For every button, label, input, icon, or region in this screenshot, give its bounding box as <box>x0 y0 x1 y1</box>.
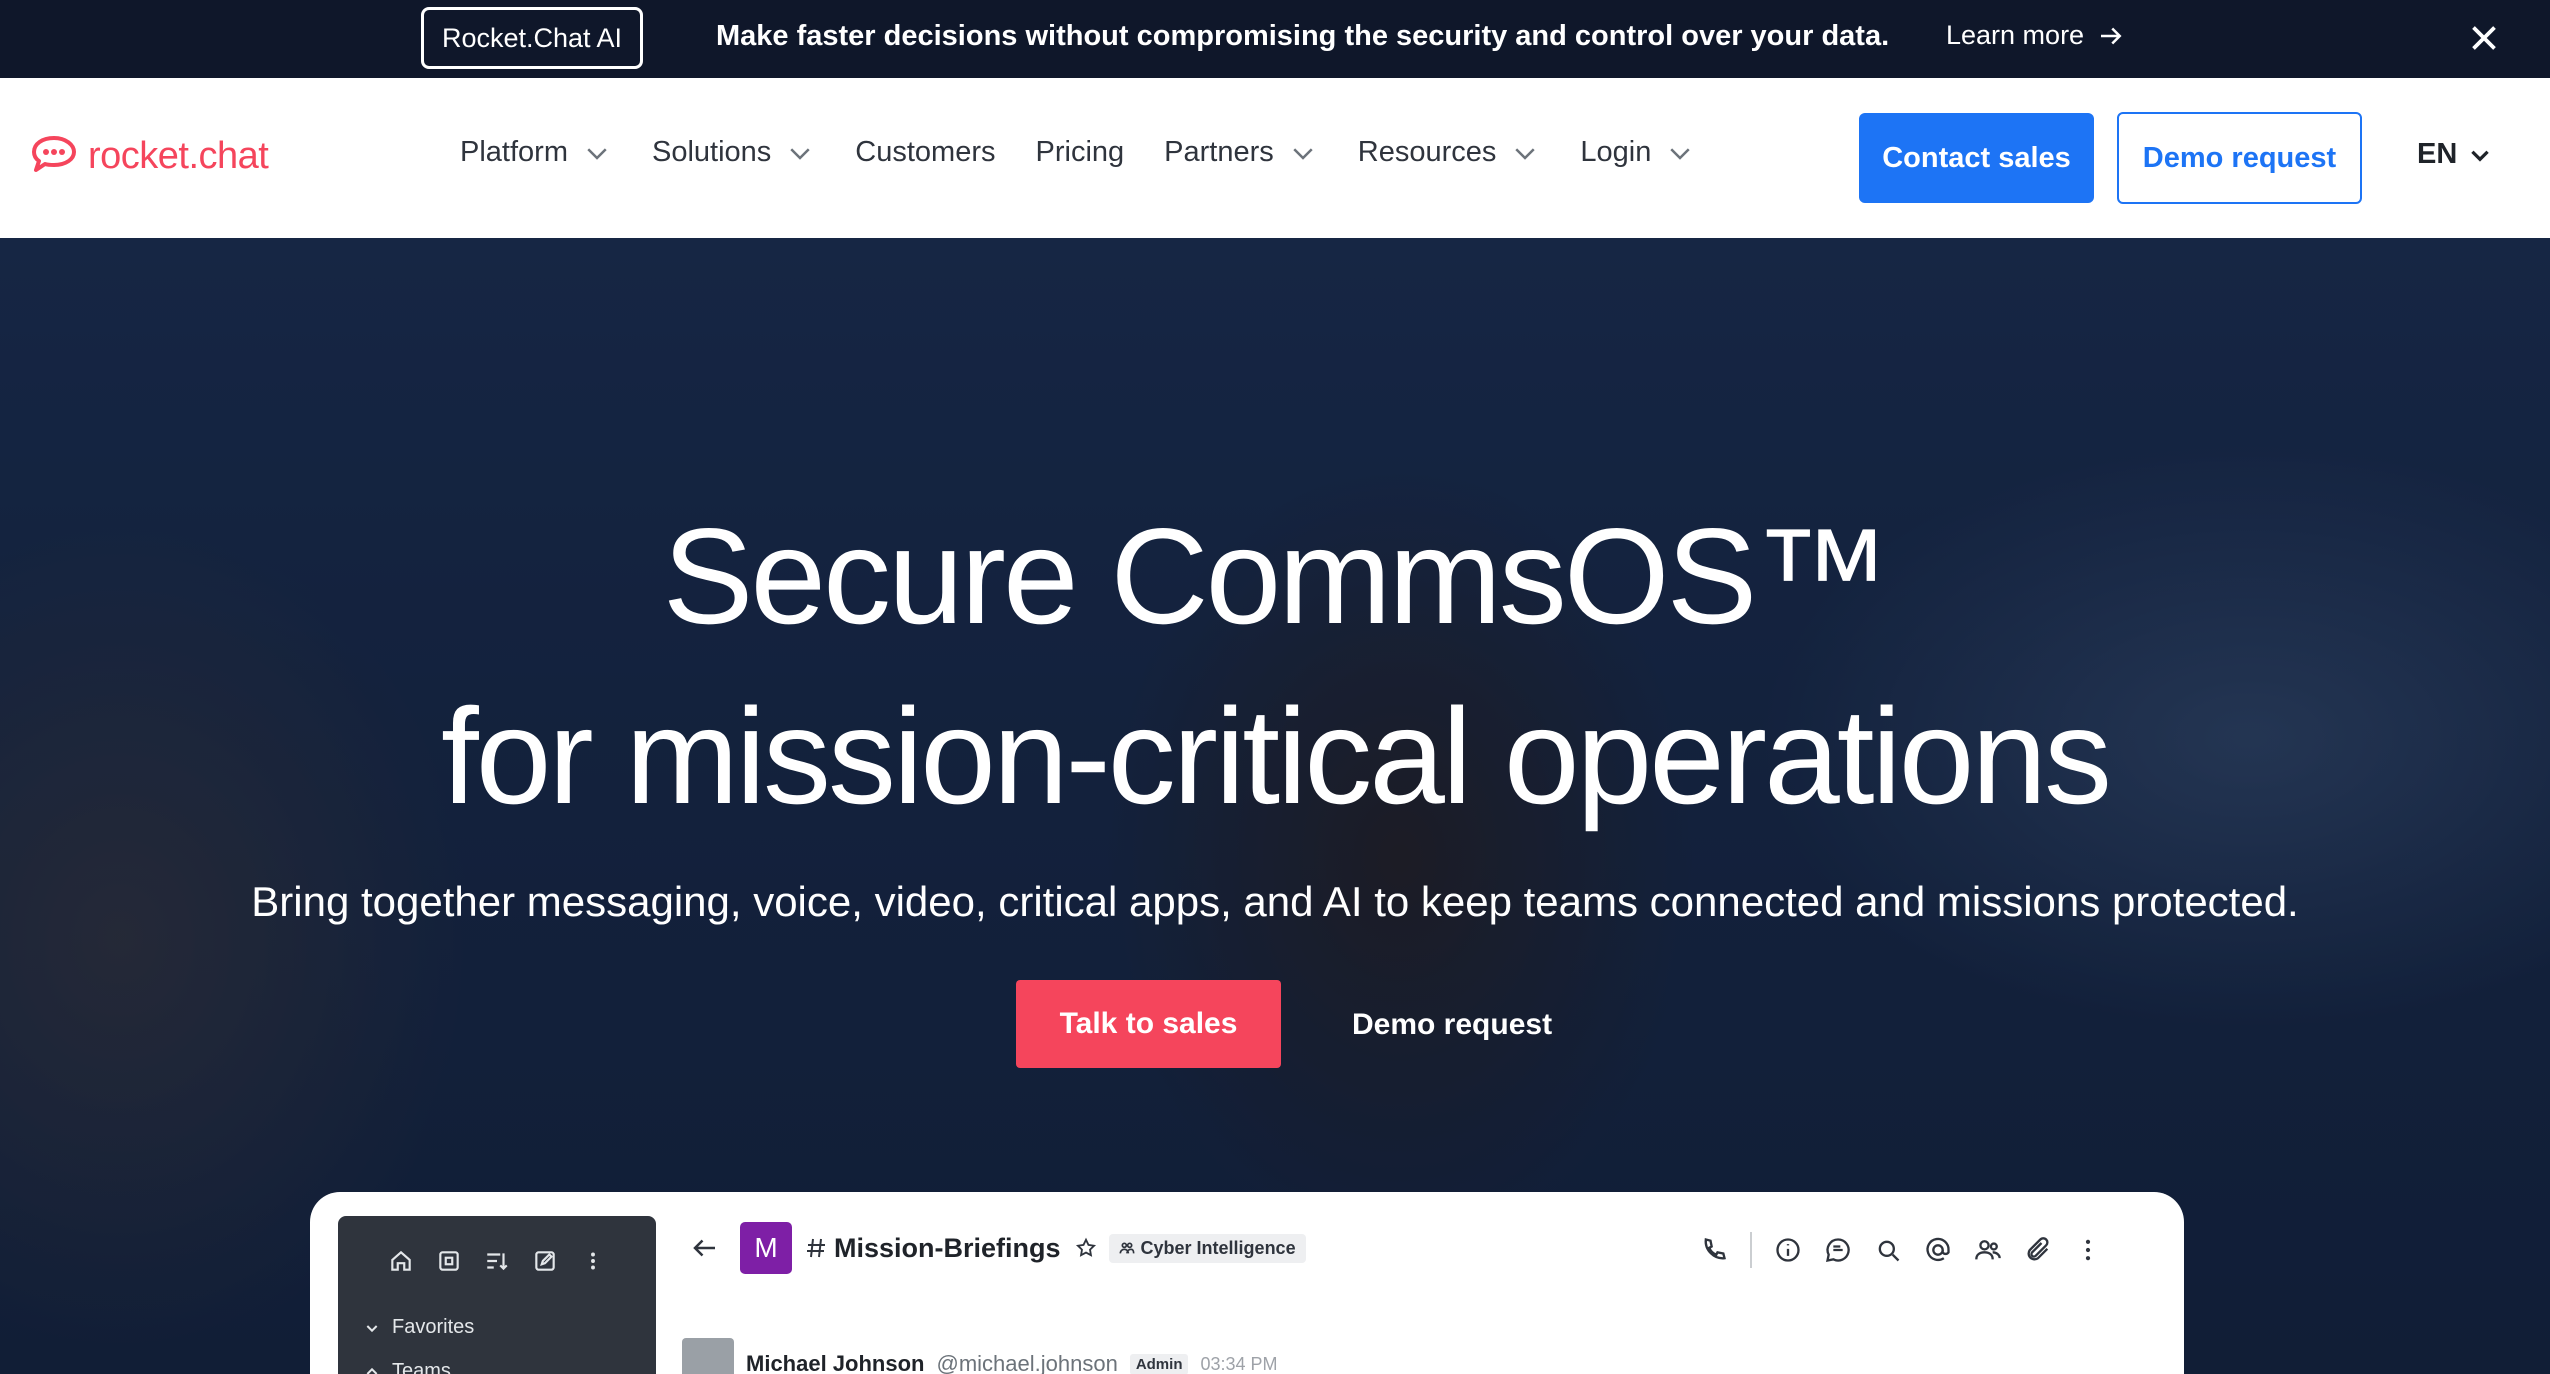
nav-label: Partners <box>1164 136 1274 168</box>
channel-name: Mission-Briefings <box>834 1232 1061 1263</box>
mention-icon[interactable] <box>1924 1236 1952 1264</box>
hero-demo-request-link[interactable]: Demo request <box>1352 1008 1552 1042</box>
chevron-down-icon <box>366 1324 378 1332</box>
hero-title-line1: Secure CommsOS™ <box>662 500 1891 652</box>
edit-icon[interactable] <box>532 1248 558 1274</box>
nav-label: Pricing <box>1035 136 1125 168</box>
back-arrow-icon[interactable] <box>690 1233 720 1263</box>
logo[interactable]: rocket.chat <box>30 134 269 178</box>
team-icon <box>1119 1242 1135 1254</box>
hashtag-icon <box>807 1238 825 1258</box>
rocket-chat-logo-icon <box>32 136 76 172</box>
chevron-down-icon <box>790 147 810 160</box>
info-icon[interactable] <box>1774 1236 1802 1264</box>
team-tag-label: Cyber Intelligence <box>1140 1237 1296 1258</box>
hero-subtitle: Bring together messaging, voice, video, … <box>251 878 2299 925</box>
avatar[interactable] <box>682 1338 734 1374</box>
message-author[interactable]: Michael Johnson <box>746 1351 924 1374</box>
members-icon[interactable] <box>1974 1236 2002 1264</box>
channel-title[interactable]: Mission-Briefings <box>804 1233 1061 1264</box>
nav-label: Solutions <box>651 136 772 168</box>
chevron-down-icon <box>1670 147 1690 160</box>
nav-item-platform[interactable]: Platform <box>460 136 612 169</box>
announcement-bar: Rocket.Chat AI Make faster decisions wit… <box>0 0 2550 78</box>
search-icon[interactable] <box>1874 1236 1902 1264</box>
home-icon[interactable] <box>388 1248 414 1274</box>
channel-actions <box>1700 1232 2102 1268</box>
sidebar-teams[interactable]: Teams <box>364 1360 451 1374</box>
discussion-icon[interactable] <box>1824 1236 1852 1264</box>
language-selector[interactable]: EN <box>2417 138 2493 171</box>
chevron-down-icon <box>1293 147 1313 160</box>
channel-avatar: M <box>740 1222 792 1274</box>
app-preview: Favorites Teams M Mission-Briefings Cybe… <box>310 1192 2184 1374</box>
main-nav: rocket.chat Platform Solutions Customers… <box>0 78 2550 238</box>
team-tag[interactable]: Cyber Intelligence <box>1108 1233 1306 1263</box>
announcement-text: Make faster decisions without compromisi… <box>716 20 1890 52</box>
ai-badge[interactable]: Rocket.Chat AI <box>421 7 643 69</box>
nav-label: Login <box>1580 136 1652 168</box>
chevron-down-icon <box>1515 147 1536 160</box>
attachment-icon[interactable] <box>2024 1236 2052 1264</box>
chevron-up-icon <box>366 1367 378 1374</box>
preview-sidebar: Favorites Teams <box>338 1216 656 1374</box>
nav-label: Platform <box>460 136 568 168</box>
learn-more-label: Learn more <box>1946 20 2085 50</box>
learn-more-link[interactable]: Learn more <box>1946 20 2126 51</box>
channel-header: M Mission-Briefings Cyber Intelligence <box>690 1222 1306 1274</box>
kebab-menu-icon[interactable] <box>2074 1236 2102 1264</box>
teams-label: Teams <box>392 1360 451 1374</box>
star-icon[interactable] <box>1075 1237 1097 1259</box>
actions-divider <box>1750 1232 1752 1268</box>
language-label: EN <box>2417 138 2458 170</box>
chevron-down-icon <box>587 147 607 160</box>
nav-item-solutions[interactable]: Solutions <box>652 136 815 169</box>
message-row: Michael Johnson @michael.johnson Admin 0… <box>682 1338 1278 1374</box>
nav-item-customers[interactable]: Customers <box>855 136 995 169</box>
hero-title-line2: for mission-critical operations <box>440 680 2112 832</box>
talk-to-sales-button[interactable]: Talk to sales <box>1016 980 1281 1068</box>
sidebar-toolbar <box>388 1248 606 1274</box>
chevron-down-icon <box>2471 150 2490 162</box>
nav-menu: Platform Solutions Customers Pricing Par… <box>460 136 1735 169</box>
kebab-menu-icon[interactable] <box>580 1248 606 1274</box>
demo-request-button[interactable]: Demo request <box>2117 112 2362 204</box>
contact-sales-button[interactable]: Contact sales <box>1859 113 2094 203</box>
arrow-right-icon <box>2101 27 2122 44</box>
message-time: 03:34 PM <box>1200 1353 1278 1374</box>
nav-item-pricing[interactable]: Pricing <box>1036 136 1125 169</box>
message-handle: @michael.johnson <box>936 1351 1118 1374</box>
nav-item-resources[interactable]: Resources <box>1358 136 1541 169</box>
nav-item-partners[interactable]: Partners <box>1164 136 1318 169</box>
nav-item-login[interactable]: Login <box>1580 136 1695 169</box>
role-badge: Admin <box>1129 1353 1189 1374</box>
hero-section: Secure CommsOS™ for mission-critical ope… <box>0 238 2550 1374</box>
call-icon[interactable] <box>1700 1236 1728 1264</box>
nav-label: Resources <box>1357 136 1497 168</box>
sort-icon[interactable] <box>484 1248 510 1274</box>
logo-text: rocket.chat <box>88 134 269 177</box>
nav-label: Customers <box>855 136 996 168</box>
sidebar-favorites[interactable]: Favorites <box>364 1316 474 1339</box>
close-icon[interactable] <box>2466 20 2502 56</box>
directory-icon[interactable] <box>436 1248 462 1274</box>
favorites-label: Favorites <box>392 1316 475 1338</box>
